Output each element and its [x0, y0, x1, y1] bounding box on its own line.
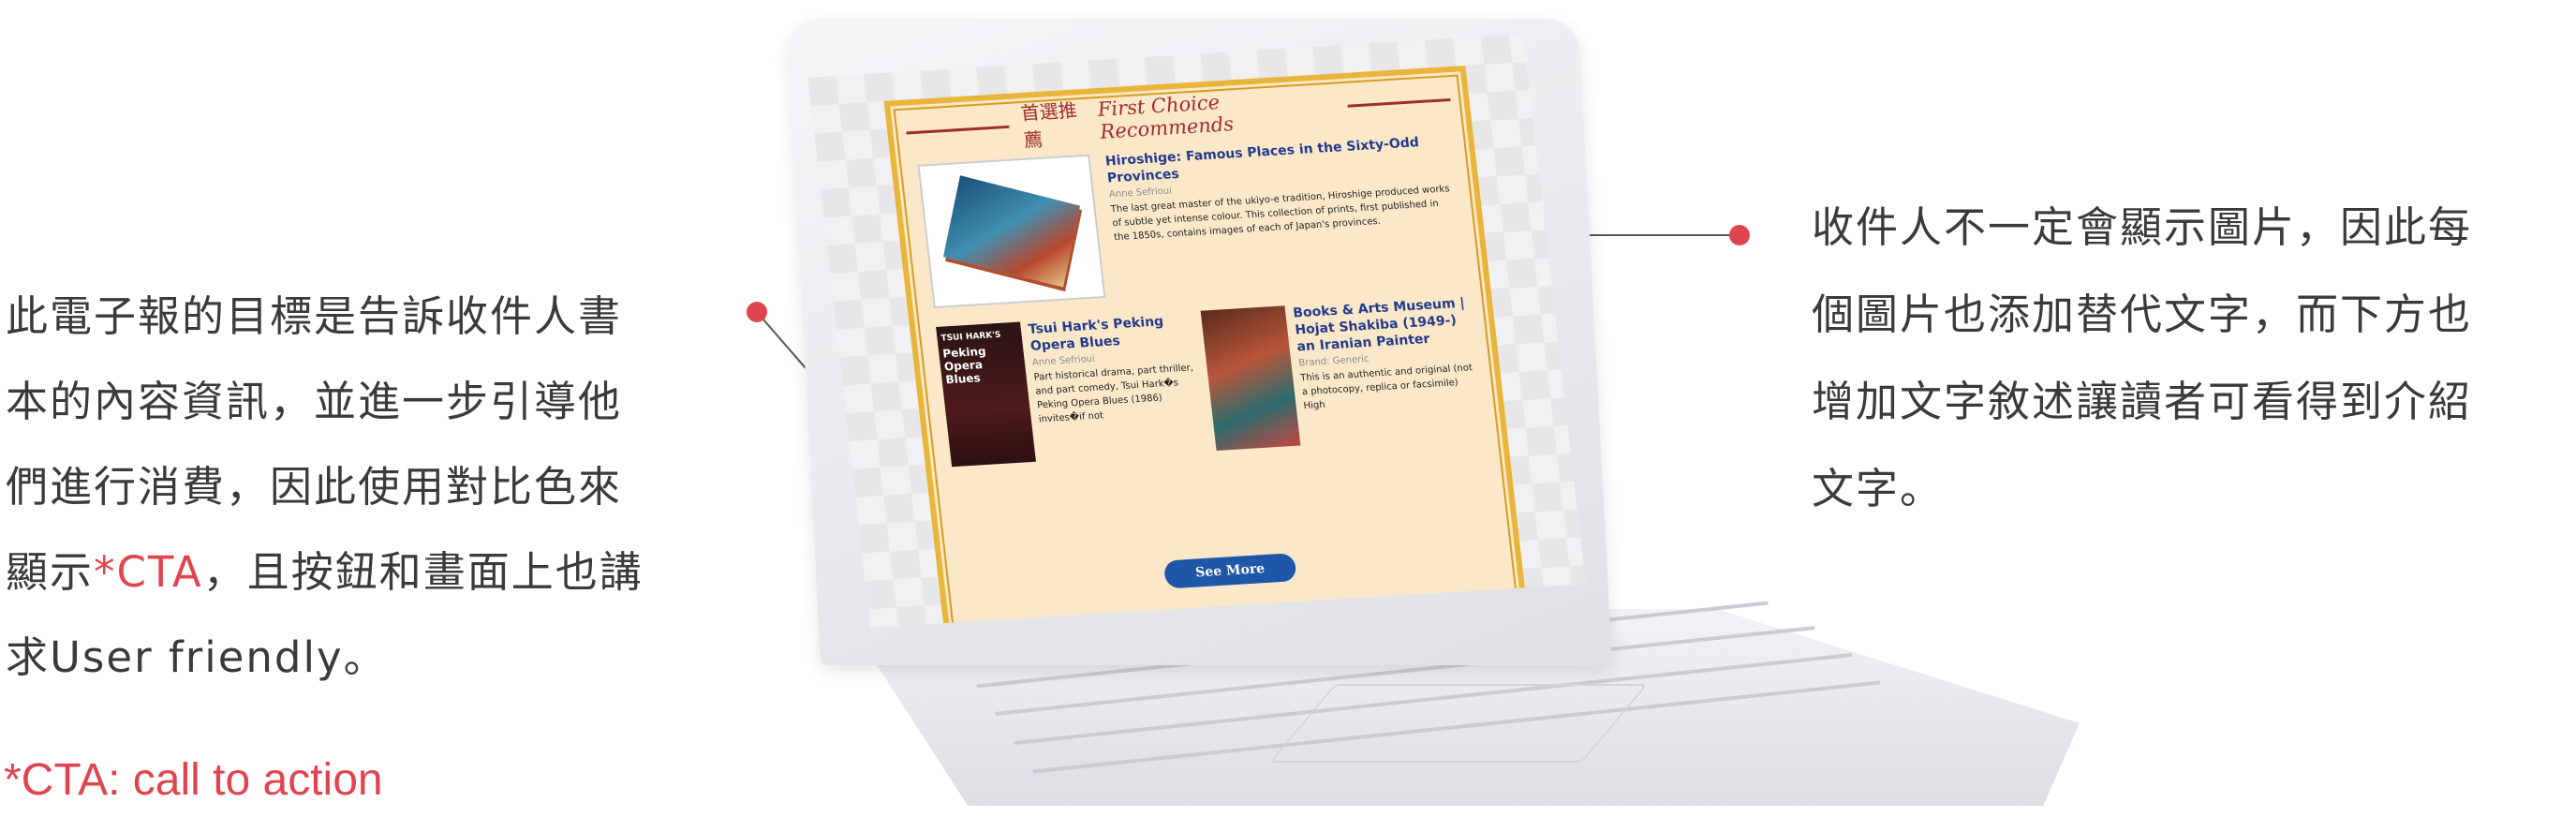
right-caption-line: 增加文字敘述讓讀者可看得到介紹 [1812, 377, 2473, 426]
painting-cover[interactable] [1200, 305, 1301, 451]
cover-small-text: TSUI HARK'S [940, 330, 1002, 344]
header-title-en: First Choice Recommends [1096, 91, 1236, 143]
book-cover-icon [942, 175, 1080, 288]
cta-highlight: *CTA [94, 547, 203, 597]
left-caption-line: 求User friendly。 [6, 632, 388, 682]
featured-book-text: Hiroshige: Famous Places in the Sixty-Od… [1104, 132, 1463, 297]
callout-dot-right [1729, 225, 1750, 245]
caption-text: ，且按鈕和畫面上也講 [202, 547, 644, 597]
left-arrow-icon [906, 125, 1010, 135]
peking-opera-cover[interactable]: TSUI HARK'S Peking Opera Blues [936, 321, 1036, 468]
right-caption-line: 收件人不一定會顯示圖片，因此每 [1812, 202, 2473, 252]
cover-big-text: Peking Opera Blues [941, 344, 987, 387]
book-item-description: Part historical drama, part thriller, an… [1033, 363, 1194, 425]
book-item-text: Books & Arts Museum | Hojat Shakiba (194… [1292, 294, 1481, 445]
book-item: Books & Arts Museum | Hojat Shakiba (194… [1200, 294, 1481, 451]
right-caption-line: 個圖片也添加替代文字，而下方也 [1812, 290, 2473, 339]
left-caption-line: 們進行消費，因此使用對比色來 [6, 462, 623, 512]
left-caption-line: 此電子報的目標是告訴收件人書 [6, 291, 623, 341]
right-caption: 收件人不一定會顯示圖片，因此每 個圖片也添加替代文字，而下方也 增加文字敘述讓讀… [1812, 184, 2561, 532]
laptop-screen: 首選推薦 First Choice Recommends Hiroshige: … [807, 34, 1586, 628]
trackpad [1268, 684, 1649, 763]
left-caption-line: 本的內容資訊，並進一步引導他 [6, 377, 623, 426]
callout-dot-left [747, 302, 767, 322]
left-caption: 此電子報的目標是告訴收件人書 本的內容資訊，並進一步引導他 們進行消費，因此使用… [6, 274, 746, 700]
newsletter: 首選推薦 First Choice Recommends Hiroshige: … [883, 65, 1527, 628]
see-more-button[interactable]: See More [1162, 553, 1297, 589]
right-caption-line: 文字。 [1812, 464, 1945, 513]
featured-book-image[interactable] [917, 154, 1106, 309]
book-item-title[interactable]: Books & Arts Museum | Hojat Shakiba (194… [1292, 294, 1471, 355]
book-item: TSUI HARK'S Peking Opera Blues Tsui Hark… [936, 311, 1216, 468]
right-arrow-icon [1347, 97, 1451, 108]
book-item-description: This is an authentic and original (not a… [1299, 363, 1473, 412]
header-title-zh: 首選推薦 [1019, 98, 1079, 152]
cta-footnote: *CTA: call to action [4, 755, 383, 805]
caption-text: 顯示 [6, 547, 95, 597]
left-caption-line: 顯示*CTA，且按鈕和畫面上也講 [6, 529, 746, 615]
book-item-text: Tsui Hark's Peking Opera Blues Anne Sefr… [1028, 311, 1217, 462]
